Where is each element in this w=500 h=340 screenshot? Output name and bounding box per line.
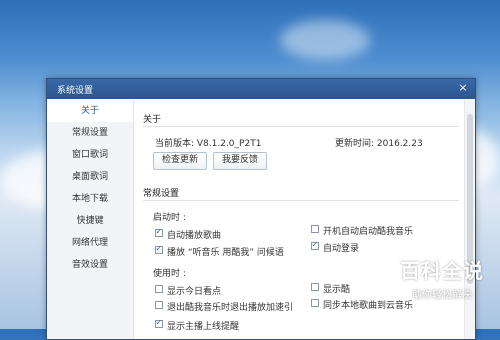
sidebar-item-about[interactable]: 关于 bbox=[47, 100, 133, 122]
auto-play-label: 自动播放歌曲 bbox=[167, 231, 222, 241]
version-text: 当前版本: V8.1.2.0_P2T1 bbox=[155, 139, 262, 149]
cloud-decoration bbox=[280, 20, 370, 60]
divider bbox=[143, 200, 459, 201]
auto-play-checkbox[interactable] bbox=[155, 227, 163, 237]
show-cool-checkbox[interactable] bbox=[311, 283, 319, 291]
host-online-checkbox[interactable] bbox=[155, 318, 163, 328]
exit-accelerator-label: 退出酷我音乐时退出播放加速引 bbox=[167, 303, 294, 313]
settings-sidebar: 关于 常规设置 窗口歌词 桌面歌词 本地下载 快捷键 网络代理 音效设置 bbox=[47, 100, 134, 339]
sidebar-item-hotkeys[interactable]: 快捷键 bbox=[47, 210, 133, 232]
watermark-subtitle: 助你轻松解决 bbox=[412, 290, 472, 301]
title-bar: 系统设置 × bbox=[47, 79, 475, 99]
sidebar-item-window-lyrics[interactable]: 窗口歌词 bbox=[47, 144, 133, 166]
startup-label: 启动时 : bbox=[153, 213, 186, 223]
show-cool-label: 显示酷 bbox=[323, 285, 351, 295]
scrollbar[interactable] bbox=[464, 100, 475, 339]
watermark-title: 百科全说 bbox=[400, 259, 484, 283]
sidebar-item-general[interactable]: 常规设置 bbox=[47, 122, 133, 144]
check-update-button[interactable]: 检查更新 bbox=[153, 152, 207, 170]
auto-launch-label: 开机自动启动酷我音乐 bbox=[323, 227, 414, 237]
divider bbox=[143, 126, 459, 127]
sidebar-item-sound-effects[interactable]: 音效设置 bbox=[47, 254, 133, 276]
auto-login-label: 自动登录 bbox=[323, 244, 360, 254]
window-title: 系统设置 bbox=[57, 85, 94, 96]
auto-launch-checkbox[interactable] bbox=[311, 225, 319, 233]
close-icon[interactable]: × bbox=[457, 82, 469, 94]
about-section-title: 关于 bbox=[143, 115, 162, 125]
sidebar-item-desktop-lyrics[interactable]: 桌面歌词 bbox=[47, 166, 133, 188]
host-online-label: 显示主播上线提醒 bbox=[167, 322, 240, 332]
sidebar-item-network-proxy[interactable]: 网络代理 bbox=[47, 232, 133, 254]
auto-login-checkbox[interactable] bbox=[311, 240, 319, 250]
sync-cloud-checkbox[interactable] bbox=[311, 299, 319, 307]
settings-content: 关于 当前版本: V8.1.2.0_P2T1 更新时间: 2016.2.23 检… bbox=[143, 100, 461, 339]
update-date-text: 更新时间: 2016.2.23 bbox=[335, 139, 423, 149]
watermark: 百科全说 助你轻松解决 bbox=[400, 255, 484, 301]
today-highlights-label: 显示今日看点 bbox=[167, 287, 222, 297]
sidebar-item-local-download[interactable]: 本地下载 bbox=[47, 188, 133, 210]
general-section-title: 常规设置 bbox=[143, 189, 180, 199]
usage-label: 使用时 : bbox=[153, 269, 186, 279]
greeting-label: 播放 “听音乐 用酷我” 问候语 bbox=[167, 248, 284, 258]
feedback-button[interactable]: 我要反馈 bbox=[213, 152, 267, 170]
greeting-checkbox[interactable] bbox=[155, 244, 163, 254]
exit-accelerator-checkbox[interactable] bbox=[155, 301, 163, 309]
today-highlights-checkbox[interactable] bbox=[155, 285, 163, 293]
